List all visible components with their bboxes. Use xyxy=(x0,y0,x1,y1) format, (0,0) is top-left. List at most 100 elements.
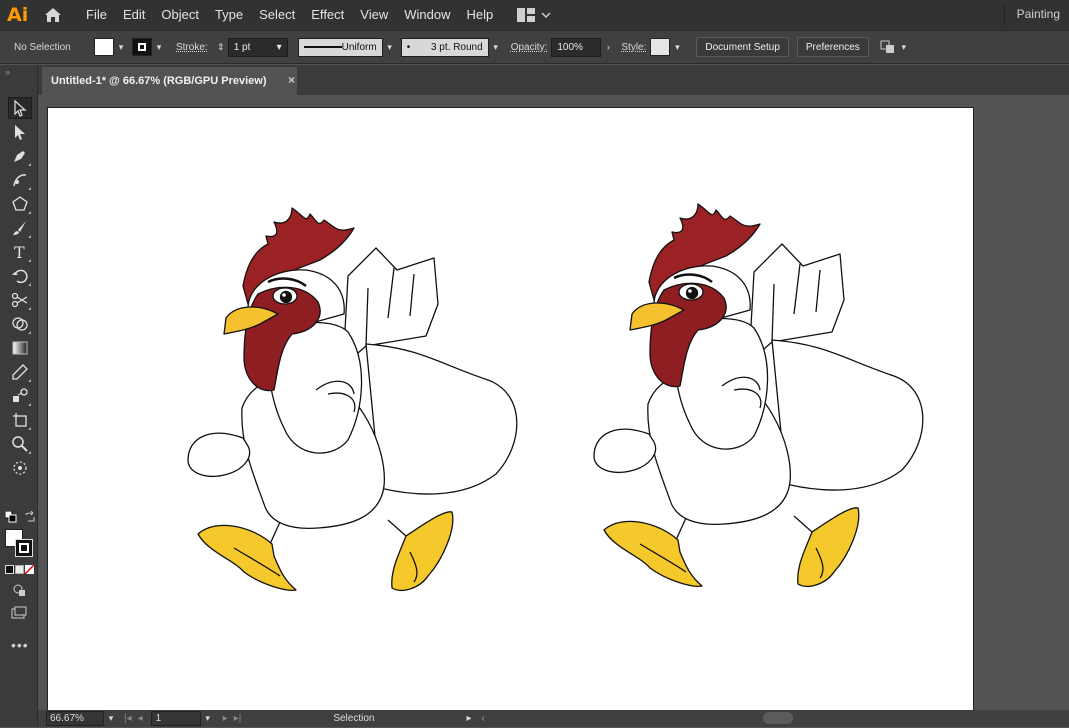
color-mode-button[interactable] xyxy=(5,565,14,574)
screen-mode-icon[interactable] xyxy=(11,606,27,620)
zoom-value: 66.67% xyxy=(50,713,84,724)
swap-colors-icon[interactable] xyxy=(24,511,36,523)
stroke-swatch-dropdown[interactable]: ▾ xyxy=(152,38,166,56)
menu-select[interactable]: Select xyxy=(251,0,303,30)
stroke-label[interactable]: Stroke: xyxy=(176,42,208,53)
close-tab-icon[interactable]: × xyxy=(288,73,295,87)
brush-label: 3 pt. Round xyxy=(430,41,483,53)
direct-selection-icon xyxy=(15,125,25,140)
variable-width-profile[interactable]: Uniform xyxy=(297,37,383,57)
pen-tool[interactable] xyxy=(8,145,32,167)
opacity-field[interactable]: 100% xyxy=(551,37,602,57)
curvature-icon xyxy=(13,174,27,187)
style-label[interactable]: Style: xyxy=(621,42,646,53)
selection-status: No Selection xyxy=(14,41,71,53)
artboard-number: 1 xyxy=(155,713,162,724)
previous-artboard-icon[interactable]: ◂ xyxy=(138,713,143,724)
workspace-switcher[interactable]: Painting xyxy=(1017,7,1060,21)
right-foot-2 xyxy=(797,507,860,587)
status-menu-arrow[interactable]: ▸ xyxy=(466,713,471,724)
fill-dropdown[interactable]: ▾ xyxy=(114,38,128,56)
last-artboard-icon[interactable]: ▸| xyxy=(234,713,242,724)
menu-edit[interactable]: Edit xyxy=(115,0,153,30)
zoom-field[interactable]: 66.67% xyxy=(46,711,104,726)
document-setup-button[interactable]: Document Setup xyxy=(696,37,789,57)
menu-effect[interactable]: Effect xyxy=(303,0,352,30)
gradient-tool[interactable] xyxy=(8,337,32,359)
direct-selection-tool[interactable] xyxy=(8,121,32,143)
zoom-dropdown[interactable]: ▾ xyxy=(104,710,118,728)
opacity-arrow[interactable]: › xyxy=(601,38,615,56)
document-tabs: Untitled-1* @ 66.67% (RGB/GPU Preview) × xyxy=(38,65,1069,95)
brush-icon xyxy=(13,221,26,235)
horizontal-scrollbar-thumb[interactable] xyxy=(763,712,793,724)
brush-dropdown[interactable]: ▾ xyxy=(489,38,503,56)
selection-tool[interactable] xyxy=(8,97,32,119)
scissors-icon xyxy=(11,292,28,308)
pupil-2 xyxy=(685,286,699,300)
left-foot-2 xyxy=(603,520,703,587)
fill-swatch[interactable] xyxy=(94,38,114,56)
control-bar: No Selection ▾ ▾ Stroke: ⇕ 1 pt ▾ Uniform… xyxy=(0,30,1069,64)
type-tool[interactable]: T xyxy=(8,241,32,263)
menu-help[interactable]: Help xyxy=(458,0,501,30)
stroke-weight-field[interactable]: 1 pt ▾ xyxy=(227,37,288,57)
zoom-tool[interactable] xyxy=(8,433,32,455)
zoom-icon xyxy=(12,436,28,452)
paintbrush-tool[interactable] xyxy=(8,217,32,239)
brush-dot-icon: • xyxy=(406,41,411,53)
stroke-swatch[interactable] xyxy=(132,38,152,56)
default-colors-icon[interactable] xyxy=(5,511,17,523)
draw-mode-icon[interactable] xyxy=(12,583,26,597)
divider xyxy=(1004,4,1005,26)
next-artboard-icon[interactable]: ▸ xyxy=(223,713,228,724)
more-tools-icon[interactable]: ••• xyxy=(11,637,29,653)
home-icon[interactable] xyxy=(43,6,63,24)
rooster-2 xyxy=(593,203,924,587)
main-menu: File Edit Object Type Select Effect View… xyxy=(78,0,501,30)
blend-tool[interactable] xyxy=(8,385,32,407)
stroke-weight-stepper[interactable]: ⇕ xyxy=(214,38,228,56)
menu-type[interactable]: Type xyxy=(207,0,251,30)
stroke-color-box[interactable] xyxy=(15,539,33,557)
first-artboard-icon[interactable]: |◂ xyxy=(124,713,132,724)
curvature-tool[interactable] xyxy=(8,169,32,191)
menu-window[interactable]: Window xyxy=(396,0,458,30)
scissors-tool[interactable] xyxy=(8,289,32,311)
chevron-down-icon xyxy=(541,12,551,19)
menu-bar: Ai File Edit Object Type Select Effect V… xyxy=(0,0,1069,30)
none-mode-icon[interactable] xyxy=(25,565,34,574)
opacity-label[interactable]: Opacity: xyxy=(511,42,548,53)
menu-object[interactable]: Object xyxy=(153,0,207,30)
eyedropper-tool[interactable] xyxy=(8,361,32,383)
menu-file[interactable]: File xyxy=(78,0,115,30)
current-tool-label: Selection xyxy=(333,713,375,724)
symbol-sprayer-tool[interactable] xyxy=(8,457,32,479)
shape-tool[interactable] xyxy=(8,193,32,215)
pupil xyxy=(279,290,293,304)
artboard-tool[interactable] xyxy=(8,409,32,431)
eye-highlight-2 xyxy=(688,289,692,293)
arrange-documents-button[interactable] xyxy=(517,8,551,22)
arrange-icon[interactable] xyxy=(879,39,897,55)
rotate-icon xyxy=(12,269,28,284)
type-icon: T xyxy=(14,243,25,261)
tab-untitled-1[interactable]: Untitled-1* @ 66.67% (RGB/GPU Preview) × xyxy=(42,67,297,95)
profile-dropdown[interactable]: ▾ xyxy=(383,38,397,56)
artboard-dropdown[interactable]: ▾ xyxy=(201,710,215,728)
pen-icon xyxy=(14,151,25,162)
app-logo: Ai xyxy=(7,4,29,26)
style-dropdown[interactable]: ▾ xyxy=(670,38,684,56)
panel-grip-icon[interactable]: » xyxy=(5,67,10,77)
scroll-left-icon[interactable]: ‹ xyxy=(481,713,484,724)
style-swatch[interactable] xyxy=(650,38,671,56)
arrange-dropdown[interactable]: ▾ xyxy=(897,38,911,56)
menu-view[interactable]: View xyxy=(352,0,396,30)
shape-builder-tool[interactable] xyxy=(8,313,32,335)
artboard-number-field[interactable]: 1 xyxy=(150,711,201,726)
brush-definition[interactable]: • 3 pt. Round xyxy=(400,37,489,57)
gradient-mode-button[interactable] xyxy=(15,565,24,574)
rotate-tool[interactable] xyxy=(8,265,32,287)
artboard[interactable] xyxy=(47,107,974,711)
preferences-button[interactable]: Preferences xyxy=(796,37,869,57)
